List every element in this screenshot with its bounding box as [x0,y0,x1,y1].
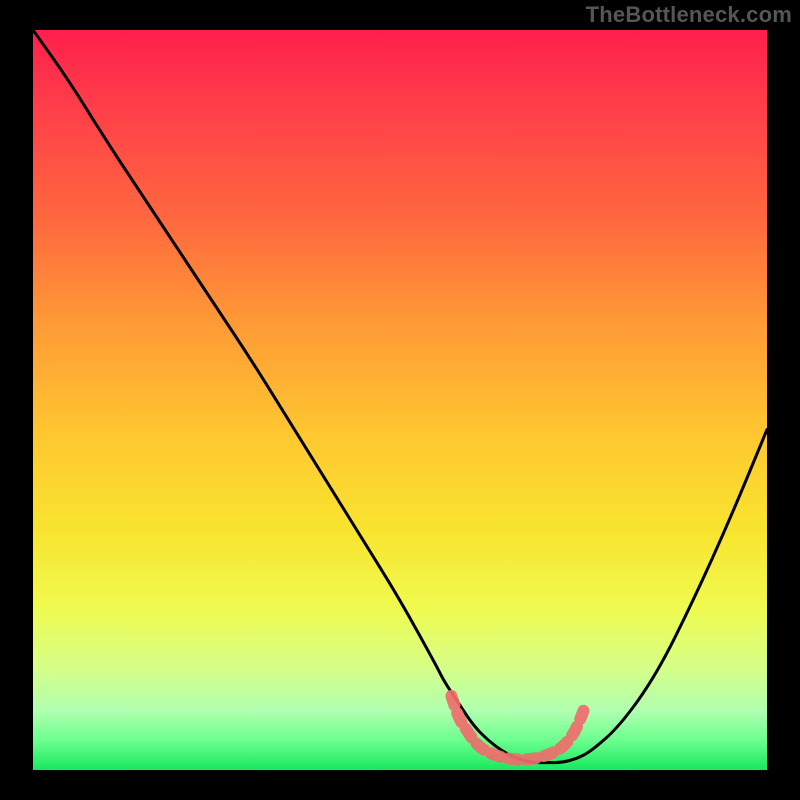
sweet-spot-band [451,696,583,760]
bottleneck-curve [33,30,767,763]
watermark-text: TheBottleneck.com [586,2,792,28]
plot-area [33,30,767,770]
chart-frame: TheBottleneck.com [0,0,800,800]
curve-svg [33,30,767,770]
